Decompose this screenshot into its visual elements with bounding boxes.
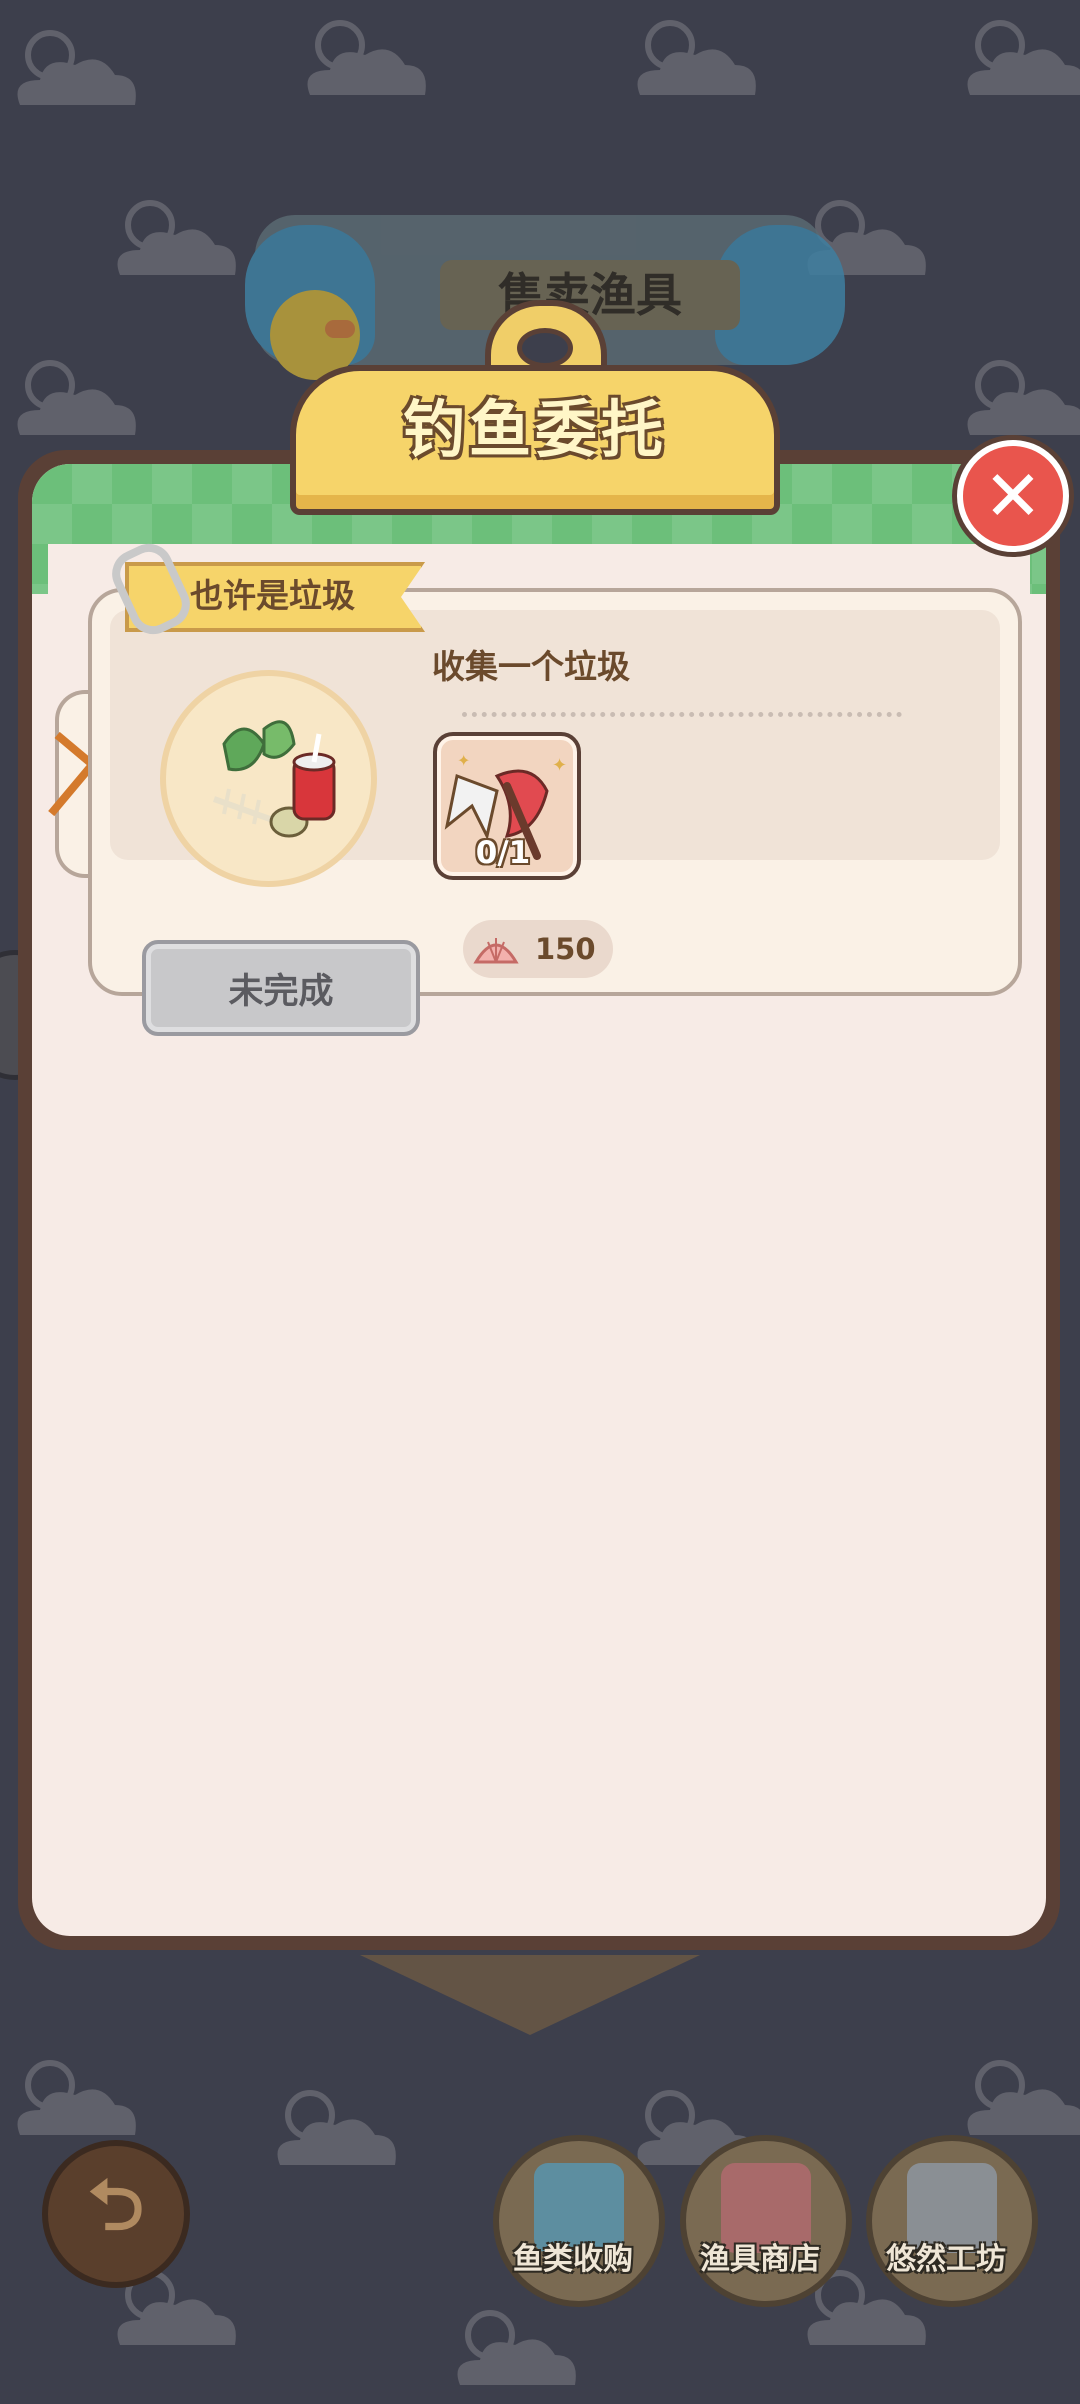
workshop-button[interactable]: [866, 2135, 1038, 2307]
shell-currency-icon: [473, 938, 519, 964]
divider: [462, 712, 902, 717]
board-edge: [360, 1955, 700, 2035]
task-tag-label: 也许是垃圾: [190, 576, 355, 615]
background-cloud-icon: [290, 10, 440, 110]
nav-label-workshop: 悠然工坊: [886, 2242, 1006, 2277]
back-arrow-icon: ⮌: [87, 2163, 145, 2246]
nav-label-tackle-shop: 渔具商店: [700, 2242, 820, 2277]
background-cloud-icon: [950, 10, 1080, 110]
tackle-shop-button[interactable]: [680, 2135, 852, 2307]
background-cloud-icon: [440, 2300, 590, 2400]
background-cloud-icon: [0, 2050, 150, 2150]
nav-label-fish-purchase: 鱼类收购: [513, 2242, 633, 2277]
svg-text:✦: ✦: [552, 755, 567, 776]
close-button[interactable]: ✕: [957, 440, 1069, 552]
modal-title: 钓鱼委托: [402, 393, 667, 466]
trash-medallion-icon: [160, 670, 377, 887]
svg-text:✦: ✦: [457, 751, 470, 770]
modal-title-plaque: 钓鱼委托: [290, 300, 780, 515]
background-cloud-icon: [100, 190, 250, 290]
reward-amount: 150: [535, 932, 596, 966]
close-x-icon: ✕: [983, 455, 1043, 537]
background-cloud-icon: [0, 20, 150, 120]
background-cloud-icon: [950, 2050, 1080, 2150]
task-status-label: 未完成: [228, 971, 334, 1012]
background-cloud-icon: [0, 350, 150, 450]
task-status-button[interactable]: 未完成: [142, 940, 420, 1036]
fish-purchase-button[interactable]: [493, 2135, 665, 2307]
background-cloud-icon: [950, 350, 1080, 450]
background-cloud-icon: [620, 10, 770, 110]
background-cloud-icon: [260, 2080, 410, 2180]
back-button[interactable]: ⮌: [42, 2140, 190, 2288]
item-progress: 0/1: [475, 835, 531, 871]
task-description: 收集一个垃圾: [432, 647, 630, 686]
